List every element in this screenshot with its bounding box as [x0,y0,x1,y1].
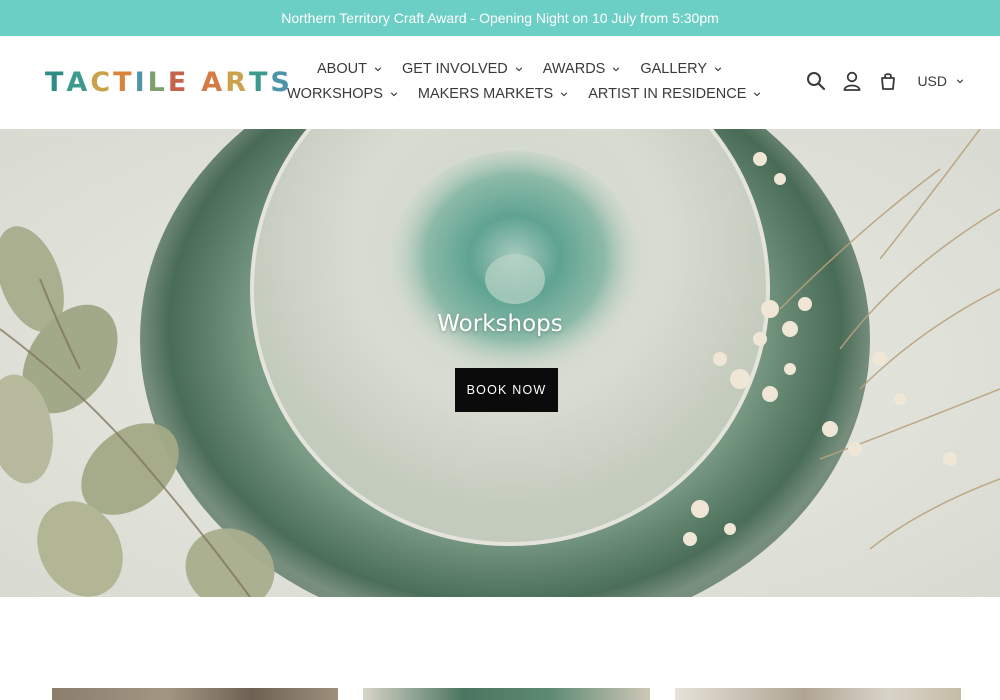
logo-letter: C [90,66,114,98]
site-header: T A C T I L E A R T S ABOUT GET INVOLVED… [0,36,1000,129]
chevron-down-icon [613,67,620,72]
chevron-down-icon [515,67,522,72]
logo-letter: A [201,66,226,98]
nav-item-artist-in-residence[interactable]: ARTIST IN RESIDENCE [588,86,761,102]
chevron-down-icon [390,92,398,97]
announcement-text: Northern Territory Craft Award - Opening… [281,10,719,26]
header-icons: USD [791,70,964,92]
main-nav-row-2: WORKSHOPS MAKERS MARKETS ARTIST IN RESID… [287,86,781,102]
site-logo[interactable]: T A C T I L E A R T S [45,66,293,98]
book-now-button[interactable]: BOOK NOW [455,368,558,412]
nav-item-get-involved[interactable]: GET INVOLVED [402,61,523,77]
collection-card-image[interactable] [675,688,961,700]
chevron-down-icon [561,92,568,97]
account-button[interactable] [841,70,863,92]
logo-letter: T [113,66,135,98]
chevron-down-icon [754,92,761,97]
currency-value: USD [917,73,947,89]
collection-card-image[interactable] [52,688,338,700]
nav-item-awards[interactable]: AWARDS [543,61,621,77]
nav-item-label: GET INVOLVED [401,61,508,77]
nav-item-label: AWARDS [542,61,606,77]
cart-button[interactable] [877,70,899,92]
chevron-down-icon [956,79,964,84]
logo-letter: T [45,66,67,98]
nav-item-about[interactable]: ABOUT [317,61,382,77]
logo-letter: I [134,66,148,98]
search-icon [807,72,826,91]
nav-item-label: WORKSHOPS [287,86,383,102]
logo-letter: E [167,66,190,98]
hero-title: Workshops [437,311,563,337]
nav-item-label: ABOUT [317,61,367,77]
search-button[interactable] [805,70,827,92]
currency-selector[interactable]: USD [917,73,964,89]
logo-letter: R [225,66,249,98]
logo-letter: L [147,66,168,98]
chevron-down-icon [374,67,382,72]
announcement-bar[interactable]: Northern Territory Craft Award - Opening… [0,0,1000,36]
nav-item-label: MAKERS MARKETS [417,86,554,102]
logo-letter: T [249,66,271,98]
chevron-down-icon [714,67,722,72]
nav-item-gallery[interactable]: GALLERY [640,61,722,77]
cart-icon [881,73,896,90]
main-nav-row-1: ABOUT GET INVOLVED AWARDS GALLERY [317,61,742,77]
hero-image [0,129,1000,597]
nav-item-workshops[interactable]: WORKSHOPS [287,86,398,102]
hero-banner: Workshops BOOK NOW [0,129,1000,597]
nav-item-label: ARTIST IN RESIDENCE [588,86,747,102]
logo-letter: A [66,66,91,98]
nav-item-makers-markets[interactable]: MAKERS MARKETS [418,86,568,102]
collection-card-image[interactable] [363,688,650,700]
nav-item-label: GALLERY [640,61,707,77]
account-icon [844,71,861,91]
